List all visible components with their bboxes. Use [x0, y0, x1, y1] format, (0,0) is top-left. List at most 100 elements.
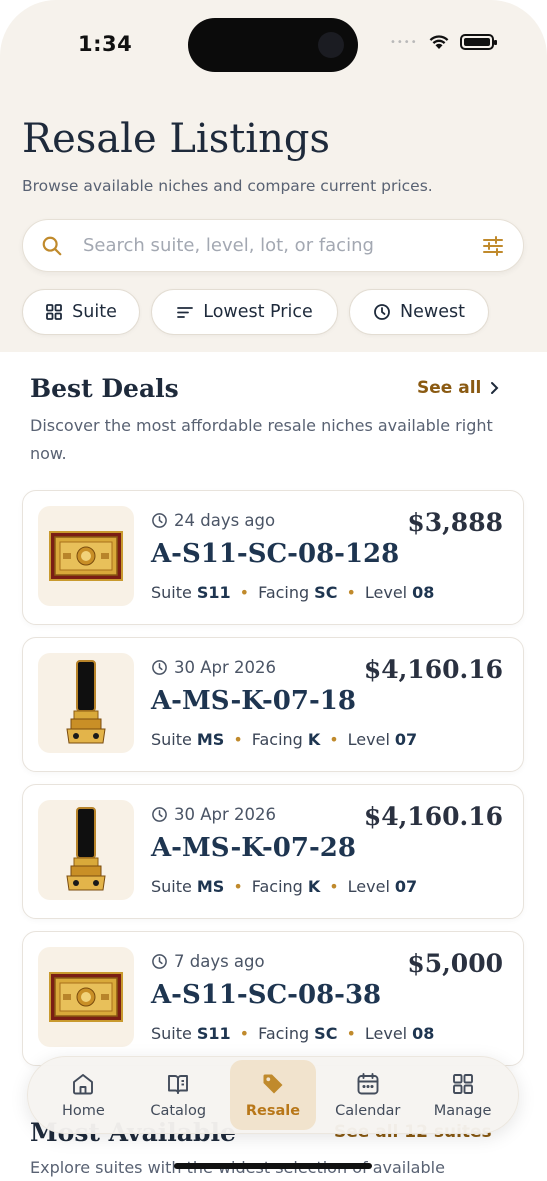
listing-code: A-MS-K-07-18 — [151, 686, 356, 716]
listing-time-label: 30 Apr 2026 — [174, 805, 277, 824]
filter-chip-suite[interactable]: Suite — [22, 289, 140, 335]
wifi-icon — [429, 35, 448, 49]
listing-time: 30 Apr 2026 — [151, 805, 276, 824]
listing-price: $4,160.16 — [363, 802, 503, 831]
level-value: 07 — [394, 877, 418, 896]
listing-specs: Suite S11 • Facing SC • Level 08 — [151, 583, 434, 602]
tab-label: Manage — [433, 1103, 492, 1119]
plaque-niche-image — [38, 506, 134, 606]
grid-icon — [46, 304, 63, 320]
separator-dot: • — [346, 583, 356, 602]
listing-price: $3,888 — [407, 508, 503, 537]
suite-label: Suite — [151, 1024, 192, 1043]
listing-time: 30 Apr 2026 — [151, 658, 276, 677]
signal-icon: •••• — [390, 36, 418, 48]
tab-bar: Home Catalog Resale Calendar Manage — [27, 1056, 519, 1134]
level-label: Level — [364, 1024, 408, 1043]
filter-chip-label: Suite — [72, 302, 117, 322]
listing-code: A-MS-K-07-28 — [151, 833, 356, 863]
suite-value: MS — [196, 877, 225, 896]
search-input[interactable] — [83, 235, 481, 256]
clock-icon — [152, 660, 167, 675]
search-bar[interactable] — [22, 219, 524, 272]
plaque-niche-image — [38, 947, 134, 1047]
level-value: 07 — [394, 730, 418, 749]
listing-code: A-S11-SC-08-38 — [151, 980, 382, 1010]
separator-dot: • — [233, 730, 243, 749]
filter-chip-label: Lowest Price — [203, 302, 313, 322]
listing-specs: Suite MS • Facing K • Level 07 — [151, 730, 417, 749]
level-label: Level — [347, 730, 390, 749]
clock-icon — [152, 954, 167, 969]
separator-dot: • — [346, 1024, 356, 1043]
facing-label: Facing — [258, 583, 310, 602]
tab-home[interactable]: Home — [40, 1060, 126, 1130]
separator-dot: • — [239, 1024, 250, 1043]
tab-catalog[interactable]: Catalog — [135, 1060, 221, 1130]
facing-value: SC — [314, 1024, 338, 1043]
facing-label: Facing — [251, 730, 303, 749]
dynamic-island — [188, 18, 358, 72]
section-title-best-deals: Best Deals — [30, 374, 179, 403]
facing-label: Facing — [258, 1024, 310, 1043]
tab-label: Home — [61, 1103, 105, 1119]
suite-value: S11 — [196, 1024, 231, 1043]
suite-value: MS — [196, 730, 225, 749]
listing-specs: Suite S11 • Facing SC • Level 08 — [151, 1024, 434, 1043]
battery-icon — [459, 34, 497, 50]
chevron-right-icon — [491, 382, 499, 394]
tab-label: Resale — [245, 1103, 301, 1119]
listing-card[interactable]: 24 days ago $3,888 A-S11-SC-08-128 Suite… — [22, 490, 524, 625]
clock-icon — [374, 304, 390, 320]
search-icon — [42, 236, 62, 255]
level-value: 08 — [412, 1024, 435, 1043]
separator-dot: • — [233, 877, 243, 896]
home-indicator — [174, 1163, 372, 1169]
tablet-niche-image — [38, 800, 134, 900]
facing-value: K — [307, 877, 321, 896]
tab-label: Catalog — [150, 1103, 207, 1119]
status-time: 1:34 — [78, 32, 133, 56]
tag-icon — [263, 1074, 283, 1094]
status-icons: •••• — [390, 34, 497, 50]
sort-lines-icon — [177, 307, 194, 318]
section-description: Discover the most affordable resale nich… — [30, 416, 493, 463]
calendar-icon — [357, 1073, 379, 1095]
listing-card[interactable]: 7 days ago $5,000 A-S11-SC-08-38 Suite S… — [22, 931, 524, 1066]
facing-label: Facing — [251, 877, 303, 896]
tab-calendar[interactable]: Calendar — [325, 1060, 411, 1130]
suite-value: S11 — [196, 583, 231, 602]
listing-time-label: 30 Apr 2026 — [174, 658, 277, 677]
see-all-link[interactable]: See all — [417, 378, 499, 398]
suite-label: Suite — [151, 730, 192, 749]
grid-icon — [452, 1074, 473, 1094]
clock-icon — [152, 513, 167, 528]
listing-price: $5,000 — [407, 949, 503, 978]
listing-card[interactable]: 30 Apr 2026 $4,160.16 A-MS-K-07-18 Suite… — [22, 637, 524, 772]
separator-dot: • — [329, 877, 339, 896]
tablet-niche-image — [38, 653, 134, 753]
see-all-label: See all — [417, 378, 482, 398]
separator-dot: • — [329, 730, 339, 749]
camera-icon — [318, 32, 344, 58]
level-label: Level — [347, 877, 390, 896]
listing-time-label: 7 days ago — [174, 952, 265, 971]
sliders-icon[interactable] — [481, 234, 505, 258]
facing-value: SC — [314, 583, 338, 602]
phone-screen: 1:34 •••• Resale Listings Browse availab… — [0, 0, 547, 1181]
facing-value: K — [307, 730, 321, 749]
listing-time: 24 days ago — [151, 511, 275, 530]
listing-card[interactable]: 30 Apr 2026 $4,160.16 A-MS-K-07-28 Suite… — [22, 784, 524, 919]
filter-chip-newest[interactable]: Newest — [349, 289, 489, 335]
level-value: 08 — [412, 583, 435, 602]
filter-chip-lowest-price[interactable]: Lowest Price — [151, 289, 338, 335]
listing-price: $4,160.16 — [363, 655, 503, 684]
listing-time: 7 days ago — [151, 952, 265, 971]
tab-manage[interactable]: Manage — [420, 1060, 506, 1130]
page-title: Resale Listings — [22, 116, 330, 162]
listing-specs: Suite MS • Facing K • Level 07 — [151, 877, 417, 896]
tab-resale[interactable]: Resale — [229, 1060, 316, 1130]
filter-chip-label: Newest — [400, 302, 465, 322]
clock-icon — [152, 807, 167, 822]
suite-label: Suite — [151, 583, 192, 602]
